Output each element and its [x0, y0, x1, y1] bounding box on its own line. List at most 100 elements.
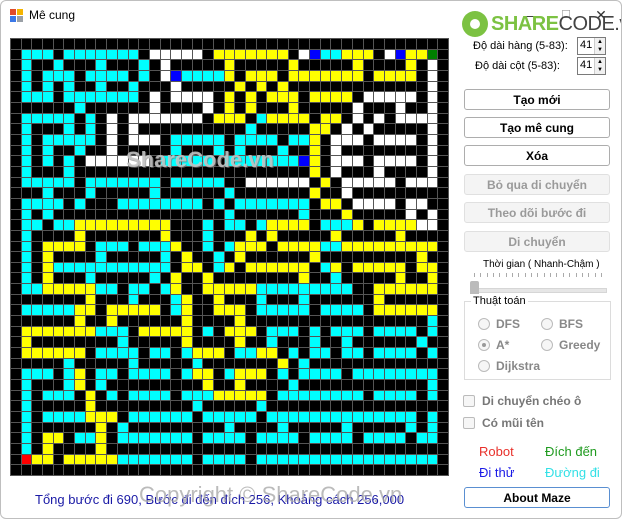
maze-cell-wall[interactable] — [53, 294, 64, 305]
maze-cell-wall[interactable] — [117, 380, 128, 390]
maze-cell-wall[interactable] — [395, 465, 406, 475]
maze-cell-wall[interactable] — [192, 412, 203, 422]
maze-cell-open[interactable] — [192, 113, 203, 124]
maze-cell-wall[interactable] — [246, 433, 256, 444]
maze-cell-wall[interactable] — [224, 348, 235, 358]
maze-cell-wall[interactable] — [438, 113, 448, 124]
maze-cell-wall[interactable] — [224, 358, 235, 369]
maze-cell-final-path[interactable] — [85, 294, 96, 305]
maze-cell-final-path[interactable] — [181, 316, 192, 326]
maze-cell-visited[interactable] — [21, 113, 32, 124]
maze-cell-wall[interactable] — [278, 380, 288, 390]
maze-cell-final-path[interactable] — [406, 284, 416, 294]
maze-cell-wall[interactable] — [278, 252, 288, 262]
maze-cell-visited[interactable] — [213, 412, 224, 422]
maze-cell-visited[interactable] — [235, 134, 246, 145]
maze-cell-wall[interactable] — [363, 60, 374, 70]
maze-cell-wall[interactable] — [32, 166, 43, 177]
maze-cell-wall[interactable] — [171, 230, 181, 241]
maze-cell-wall[interactable] — [288, 337, 299, 348]
maze-cell-wall[interactable] — [203, 305, 213, 316]
maze-cell-wall[interactable] — [384, 60, 395, 70]
maze-cell-visited[interactable] — [139, 241, 149, 252]
maze-cell-wall[interactable] — [213, 358, 224, 369]
maze-cell-wall[interactable] — [139, 92, 149, 102]
maze-cell-final-path[interactable] — [331, 230, 342, 241]
maze-cell-wall[interactable] — [363, 252, 374, 262]
maze-cell-final-path[interactable] — [203, 348, 213, 358]
maze-cell-wall[interactable] — [53, 92, 64, 102]
maze-cell-open[interactable] — [128, 124, 139, 134]
maze-cell-wall[interactable] — [160, 134, 171, 145]
maze-cell-wall[interactable] — [53, 316, 64, 326]
maze-cell-visited[interactable] — [75, 198, 85, 209]
maze-cell-wall[interactable] — [278, 337, 288, 348]
maze-cell-final-path[interactable] — [278, 49, 288, 60]
maze-cell-visited[interactable] — [107, 369, 117, 380]
maze-cell-wall[interactable] — [299, 81, 310, 92]
maze-cell-wall[interactable] — [43, 230, 53, 241]
maze-cell-open[interactable] — [363, 177, 374, 188]
maze-cell-wall[interactable] — [256, 166, 267, 177]
maze-cell-wall[interactable] — [374, 60, 384, 70]
maze-cell-visited[interactable] — [299, 134, 310, 145]
maze-cell-wall[interactable] — [278, 348, 288, 358]
maze-cell-wall[interactable] — [224, 145, 235, 156]
maze-cell-visited[interactable] — [160, 390, 171, 401]
maze-cell-visited[interactable] — [64, 380, 75, 390]
maze-cell-wall[interactable] — [171, 444, 181, 454]
maze-cell-wall[interactable] — [213, 230, 224, 241]
maze-cell-wall[interactable] — [128, 316, 139, 326]
maze-cell-wall[interactable] — [320, 326, 331, 337]
maze-cell-wall[interactable] — [320, 134, 331, 145]
maze-cell-final-path[interactable] — [288, 262, 299, 273]
maze-cell-visited[interactable] — [181, 156, 192, 166]
maze-cell-final-path[interactable] — [75, 230, 85, 241]
maze-cell-wall[interactable] — [320, 380, 331, 390]
maze-cell-visited[interactable] — [310, 454, 320, 465]
maze-cell-wall[interactable] — [53, 358, 64, 369]
maze-cell-wall[interactable] — [299, 145, 310, 156]
maze-cell-wall[interactable] — [160, 209, 171, 220]
maze-cell-visited[interactable] — [278, 326, 288, 337]
maze-cell-wall[interactable] — [246, 166, 256, 177]
maze-cell-final-path[interactable] — [352, 70, 363, 81]
maze-cell-wall[interactable] — [139, 294, 149, 305]
maze-cell-visited[interactable] — [96, 284, 107, 294]
maze-cell-visited[interactable] — [235, 220, 246, 230]
maze-cell-final-path[interactable] — [310, 134, 320, 145]
maze-cell-wall[interactable] — [363, 102, 374, 113]
maze-cell-visited[interactable] — [96, 380, 107, 390]
maze-cell-final-path[interactable] — [21, 326, 32, 337]
maze-cell-wall[interactable] — [85, 60, 96, 70]
maze-cell-wall[interactable] — [85, 39, 96, 49]
maze-cell-final-path[interactable] — [235, 326, 246, 337]
maze-cell-visited[interactable] — [267, 454, 278, 465]
maze-cell-final-path[interactable] — [43, 252, 53, 262]
maze-cell-wall[interactable] — [11, 70, 21, 81]
maze-cell-wall[interactable] — [107, 198, 117, 209]
maze-cell-final-path[interactable] — [374, 262, 384, 273]
maze-cell-visited[interactable] — [192, 358, 203, 369]
maze-cell-wall[interactable] — [160, 316, 171, 326]
maze-cell-final-path[interactable] — [299, 220, 310, 230]
maze-cell-visited[interactable] — [278, 156, 288, 166]
maze-cell-wall[interactable] — [203, 422, 213, 433]
maze-cell-open[interactable] — [139, 113, 149, 124]
maze-cell-final-path[interactable] — [235, 337, 246, 348]
maze-cell-visited[interactable] — [331, 49, 342, 60]
maze-cell-visited[interactable] — [395, 390, 406, 401]
maze-cell-wall[interactable] — [310, 39, 320, 49]
maze-cell-wall[interactable] — [43, 124, 53, 134]
maze-cell-wall[interactable] — [320, 294, 331, 305]
maze-cell-final-path[interactable] — [181, 262, 192, 273]
maze-cell-wall[interactable] — [438, 124, 448, 134]
maze-cell-wall[interactable] — [438, 358, 448, 369]
maze-cell-wall[interactable] — [342, 294, 352, 305]
maze-cell-wall[interactable] — [192, 380, 203, 390]
maze-cell-wall[interactable] — [11, 177, 21, 188]
maze-cell-wall[interactable] — [171, 124, 181, 134]
maze-cell-wall[interactable] — [384, 39, 395, 49]
maze-cell-wall[interactable] — [192, 39, 203, 49]
maze-cell-wall[interactable] — [192, 252, 203, 262]
